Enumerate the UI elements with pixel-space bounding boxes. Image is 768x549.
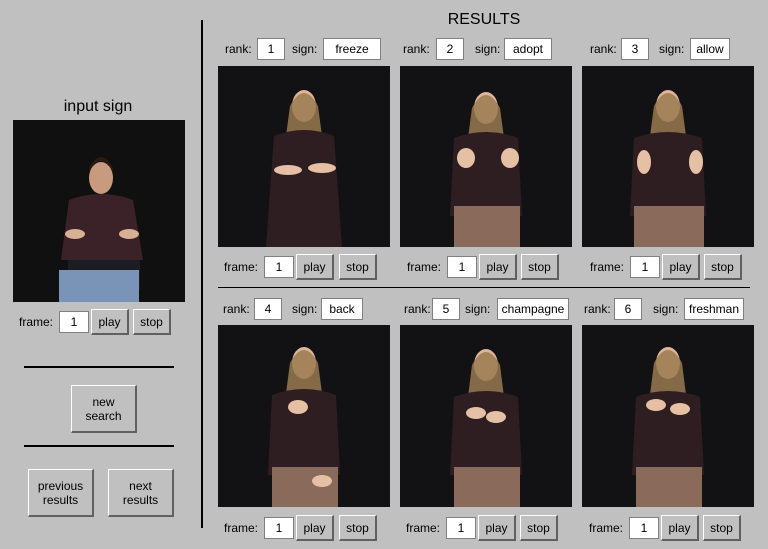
signer-figure <box>218 66 390 247</box>
frame-field[interactable]: 1 <box>264 517 294 539</box>
frame-field[interactable]: 1 <box>446 517 476 539</box>
sign-field: champagne <box>497 298 569 320</box>
rank-label: rank: <box>223 302 250 316</box>
new-search-label-line1: new <box>92 394 115 409</box>
sign-label: sign: <box>475 42 501 56</box>
frame-label: frame: <box>224 521 259 535</box>
sign-field: allow <box>690 38 730 60</box>
previous-results-button[interactable]: previous results <box>28 469 94 517</box>
sign-field: freshman <box>684 298 744 320</box>
result-video <box>400 66 572 247</box>
result-video <box>582 66 754 247</box>
play-button[interactable]: play <box>662 254 700 280</box>
input-frame-label: frame: <box>19 315 54 329</box>
rank-field: 6 <box>614 298 642 320</box>
signer-figure <box>400 66 572 247</box>
input-frame-field[interactable]: 1 <box>59 311 89 333</box>
panel-divider <box>201 20 203 528</box>
rank-field: 4 <box>254 298 282 320</box>
sign-field: back <box>321 298 363 320</box>
play-button[interactable]: play <box>661 515 699 541</box>
play-button[interactable]: play <box>478 515 516 541</box>
frame-field[interactable]: 1 <box>264 256 294 278</box>
input-sign-video <box>13 120 185 302</box>
input-stop-button[interactable]: stop <box>133 309 171 335</box>
result-video <box>400 325 572 507</box>
play-button[interactable]: play <box>296 515 334 541</box>
rank-label: rank: <box>403 42 430 56</box>
signer-figure <box>582 325 754 507</box>
previous-results-label-line1: previous <box>37 478 84 493</box>
new-search-label-line2: search <box>85 408 122 423</box>
next-results-button[interactable]: next results <box>108 469 174 517</box>
sign-label: sign: <box>659 42 685 56</box>
signer-figure <box>400 325 572 507</box>
left-divider-top <box>24 366 174 368</box>
sign-field: adopt <box>504 38 552 60</box>
rank-field: 5 <box>432 298 460 320</box>
signer-figure-input <box>13 120 185 302</box>
previous-results-label-line2: results <box>42 492 79 507</box>
frame-label: frame: <box>407 260 442 274</box>
rank-label: rank: <box>225 42 252 56</box>
result-video <box>582 325 754 507</box>
next-results-label-line1: next <box>129 478 152 493</box>
stop-button[interactable]: stop <box>703 515 741 541</box>
result-video <box>218 66 390 247</box>
left-divider-bottom <box>24 445 174 447</box>
next-results-label-line2: results <box>122 492 159 507</box>
stop-button[interactable]: stop <box>520 515 558 541</box>
result-video <box>218 325 390 507</box>
rank-field: 2 <box>436 38 464 60</box>
sign-label: sign: <box>653 302 679 316</box>
signer-figure <box>582 66 754 247</box>
sign-field: freeze <box>323 38 381 60</box>
frame-field[interactable]: 1 <box>447 256 477 278</box>
rank-field: 3 <box>621 38 649 60</box>
results-row-divider <box>218 287 750 288</box>
stop-button[interactable]: stop <box>704 254 742 280</box>
results-heading: RESULTS <box>447 11 521 28</box>
frame-field[interactable]: 1 <box>629 517 659 539</box>
rank-label: rank: <box>590 42 617 56</box>
frame-label: frame: <box>406 521 441 535</box>
sign-label: sign: <box>292 302 318 316</box>
rank-field: 1 <box>257 38 285 60</box>
input-play-button[interactable]: play <box>91 309 129 335</box>
rank-label: rank: <box>404 302 431 316</box>
frame-label: frame: <box>589 521 624 535</box>
stop-button[interactable]: stop <box>339 515 377 541</box>
rank-label: rank: <box>584 302 611 316</box>
stop-button[interactable]: stop <box>521 254 559 280</box>
play-button[interactable]: play <box>296 254 334 280</box>
frame-label: frame: <box>590 260 625 274</box>
signer-figure <box>218 325 390 507</box>
stop-button[interactable]: stop <box>339 254 377 280</box>
sign-label: sign: <box>292 42 318 56</box>
frame-field[interactable]: 1 <box>630 256 660 278</box>
frame-label: frame: <box>224 260 259 274</box>
new-search-button[interactable]: new search <box>71 385 137 433</box>
sign-label: sign: <box>465 302 491 316</box>
input-sign-heading: input sign <box>63 98 133 115</box>
play-button[interactable]: play <box>479 254 517 280</box>
